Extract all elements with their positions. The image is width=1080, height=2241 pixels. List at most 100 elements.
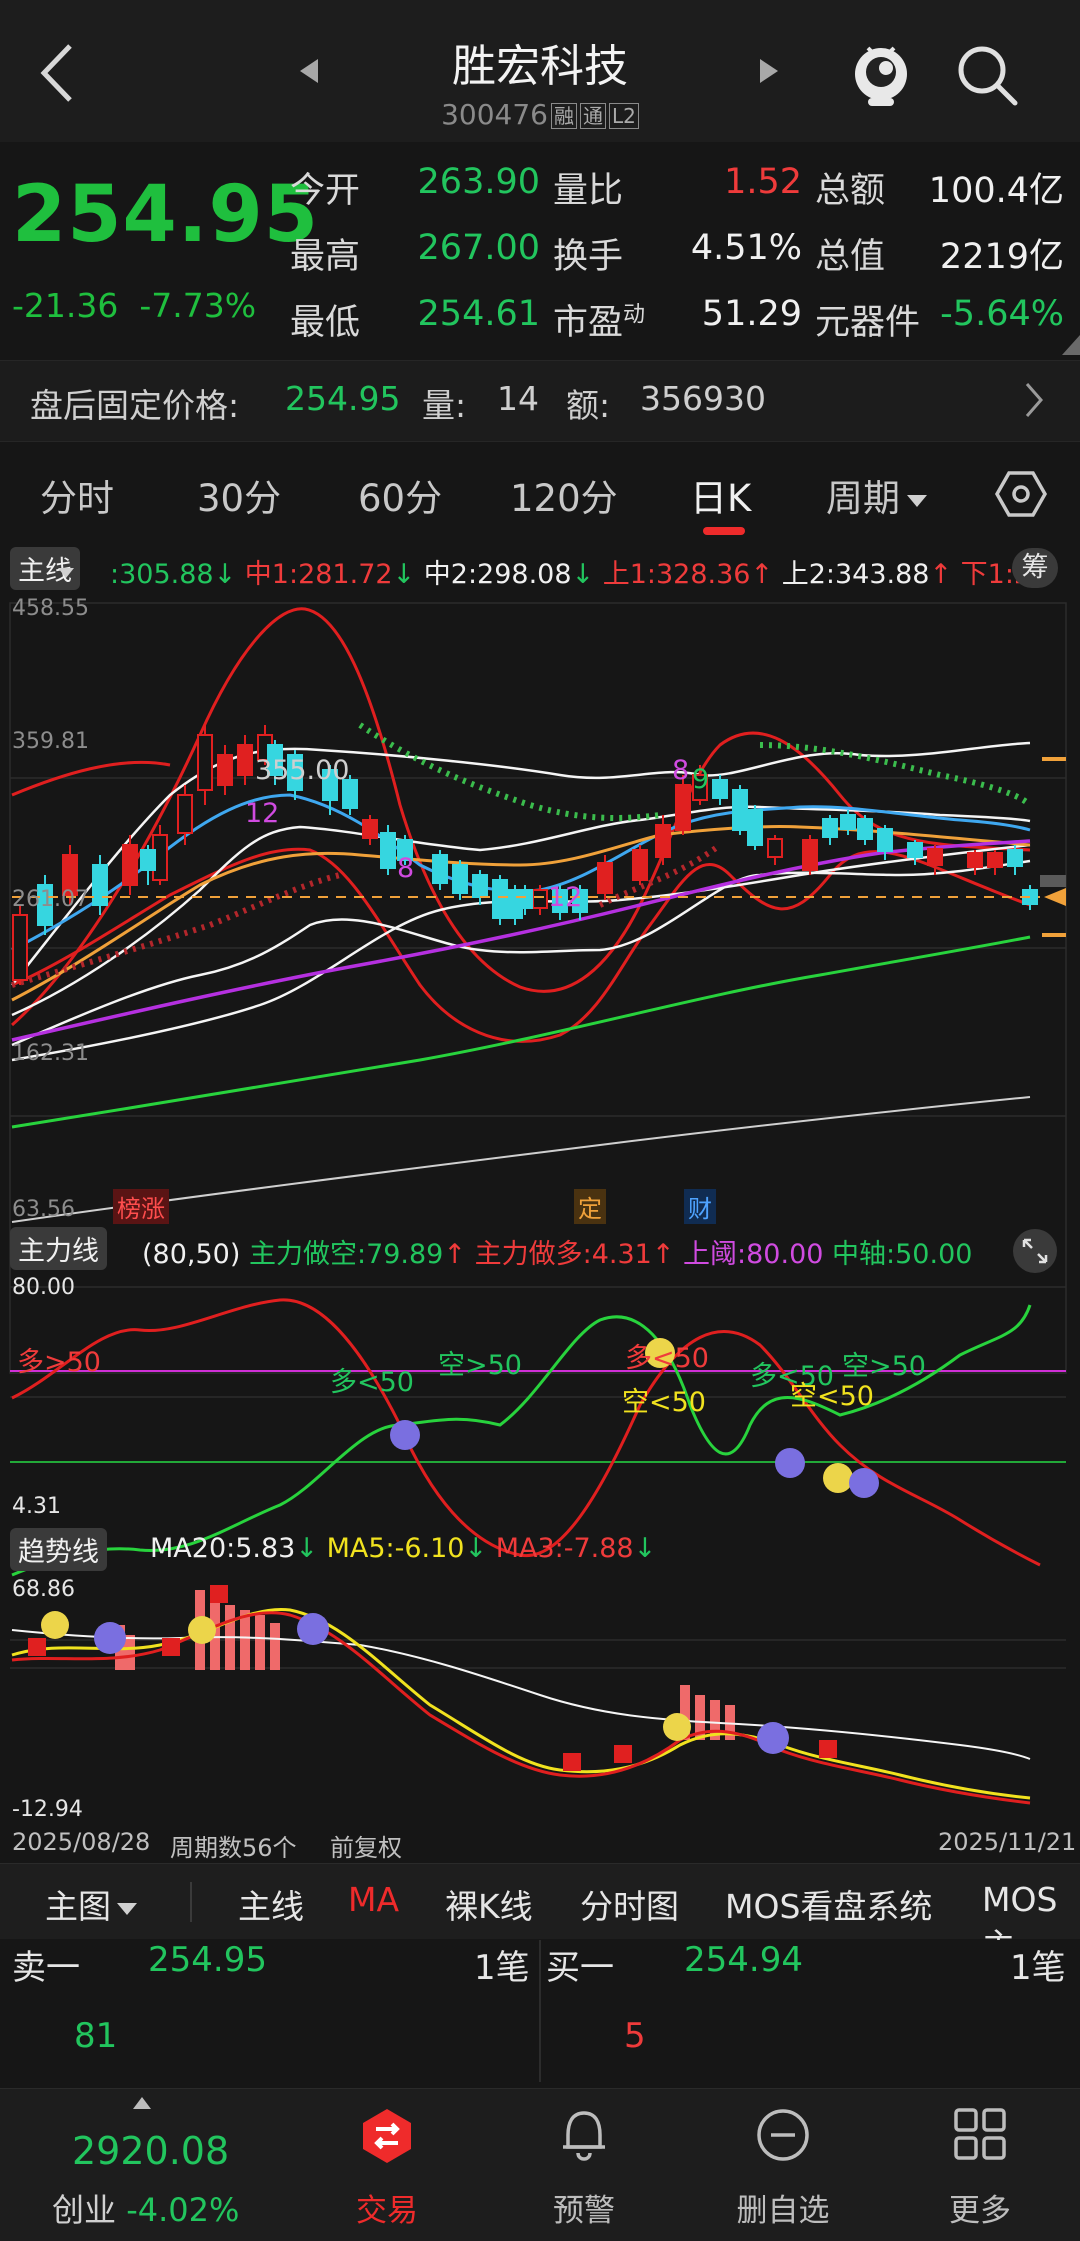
nav-remove-watchlist[interactable]: 删自选 <box>713 2185 853 2230</box>
sad-face-icon <box>757 1722 789 1754</box>
nav-more[interactable]: 更多 <box>910 2185 1050 2230</box>
connect-tag: 通 <box>580 103 606 129</box>
trend-indicator-selector[interactable]: 趋势线 <box>10 1528 107 1571</box>
after-hours-amount-label: 额: <box>566 386 611 425</box>
money-bag-icon <box>41 1611 69 1639</box>
after-hours-price: 254.95 <box>285 379 401 418</box>
level2-tag: L2 <box>609 103 639 129</box>
force-indicator-selector[interactable]: 主力线 <box>10 1227 107 1270</box>
nav-trade[interactable]: 交易 <box>317 2185 457 2230</box>
top-gainer-badge[interactable]: 榜涨 <box>113 1189 169 1224</box>
toolbar-naked-k[interactable]: 裸K线 <box>445 1880 533 1928</box>
after-hours-label: 盘后固定价格: <box>30 386 240 425</box>
y-axis-3: 261.07 <box>12 887 89 912</box>
y-axis-bottom: 63.56 <box>12 1197 75 1222</box>
buy1-label: 买一 <box>546 1948 614 1988</box>
y-axis-4: 162.31 <box>12 1041 89 1066</box>
force-annotation: 多>50 <box>17 1347 101 1378</box>
force-annotation: 多<50 <box>330 1367 414 1398</box>
change-percent: -7.73% <box>139 286 257 325</box>
trend-y-top: 68.86 <box>12 1577 75 1602</box>
settings-icon[interactable] <box>995 470 1047 518</box>
force-y-bottom: 4.31 <box>12 1494 61 1519</box>
active-tab-indicator <box>703 527 745 535</box>
force-y-top: 80.00 <box>12 1275 75 1300</box>
chip-distribution-button[interactable]: 筹 <box>1012 548 1058 588</box>
tab-30min[interactable]: 30分 <box>197 468 281 522</box>
force-annotation: 空>50 <box>438 1350 522 1381</box>
turnover-value: 4.51% <box>690 228 802 268</box>
pe-label: 市盈动 <box>553 302 646 343</box>
header-bar: 胜宏科技 300476 融通 L2 <box>0 0 1080 142</box>
tab-120min[interactable]: 120分 <box>510 468 618 522</box>
bottom-navigation: 2920.08 创业 -4.02% 交易 预警 删自选 更多 <box>0 2088 1080 2241</box>
sad-face-icon <box>775 1448 805 1478</box>
pe-dynamic-mark: 动 <box>623 302 646 328</box>
period-tabs: 分时 30分 60分 120分 日K 周期 <box>0 448 1080 538</box>
expand-up-icon[interactable] <box>133 2097 151 2109</box>
next-stock-icon[interactable] <box>758 58 780 84</box>
main-chart-dropdown[interactable]: 主图 <box>45 1880 137 1928</box>
order-book-divider <box>539 1940 541 2082</box>
price-change: -21.36 -7.73% <box>12 286 256 325</box>
event-badge[interactable]: 定 <box>574 1189 606 1224</box>
toolbar-mos-system[interactable]: MOS看盘系统 <box>725 1880 932 1928</box>
sector-change: -5.64% <box>940 294 1064 334</box>
sector-name[interactable]: 元器件 <box>815 294 920 345</box>
robot-assistant-icon[interactable] <box>850 40 912 110</box>
index-value[interactable]: 2920.08 <box>72 2129 229 2173</box>
stock-code: 300476 <box>441 98 548 131</box>
chart-adjust-mode[interactable]: 前复权 <box>330 1828 402 1863</box>
money-bag-icon <box>188 1616 216 1644</box>
trade-icon[interactable] <box>360 2107 414 2165</box>
high-label: 最高 <box>290 237 361 277</box>
tab-period[interactable]: 周期 <box>826 468 928 522</box>
sequence-count: 8 <box>672 755 690 786</box>
tab-daily-k[interactable]: 日K <box>690 468 751 522</box>
toolbar-mainline[interactable]: 主线 <box>238 1880 304 1928</box>
index-name-change[interactable]: 创业 -4.02% <box>52 2185 239 2231</box>
sector-corner-icon <box>1062 335 1080 355</box>
sequence-count: 12 <box>245 798 280 829</box>
chart-start-date: 2025/08/28 <box>12 1828 151 1856</box>
toolbar-ma[interactable]: MA <box>348 1880 399 1919</box>
force-indicator-values: (80,50) 主力做空:79.89↑ 主力做多:4.31↑ 上阈:80.00 … <box>142 1239 973 1270</box>
money-bag-icon <box>823 1463 853 1493</box>
expand-icon[interactable] <box>1012 1228 1058 1274</box>
dropdown-icon <box>117 1902 137 1915</box>
change-value: -21.36 <box>12 286 119 325</box>
last-price: 254.95 <box>12 170 319 260</box>
earnings-badge[interactable]: 财 <box>684 1189 716 1224</box>
amount-value: 100.4亿 <box>928 171 1064 211</box>
main-indicator-selector[interactable]: 主线 <box>10 547 80 590</box>
bell-icon[interactable] <box>557 2107 611 2165</box>
after-hours-bar[interactable]: 盘后固定价格: 254.95 量: 14 额: 356930 <box>0 360 1080 442</box>
amount-label: 总额 <box>815 171 886 211</box>
sell1-price: 254.95 <box>148 1940 267 1980</box>
stock-code-line: 300476 融通 L2 <box>0 98 1080 131</box>
high-value: 267.00 <box>417 228 540 268</box>
margin-tag: 融 <box>551 103 577 129</box>
indicator-toolbar: 主图 主线 MA 裸K线 分时图 MOS看盘系统 MOS主 <box>0 1863 1080 1965</box>
chart-end-date: 2025/11/21 <box>938 1828 1077 1856</box>
turnover-label: 换手 <box>553 237 624 277</box>
grid-menu-icon[interactable] <box>953 2107 1007 2161</box>
tab-intraday[interactable]: 分时 <box>40 468 114 522</box>
stock-name: 胜宏科技 <box>452 41 628 92</box>
after-hours-amount: 356930 <box>640 379 766 418</box>
trend-y-bottom: -12.94 <box>12 1797 83 1822</box>
y-axis-top: 458.55 <box>12 596 89 621</box>
chart-period-count: 周期数56个 <box>170 1834 297 1862</box>
nav-alert[interactable]: 预警 <box>514 2185 654 2230</box>
market-cap-label: 总值 <box>815 237 886 277</box>
sell1-volume: 81 <box>74 2016 118 2056</box>
buy1-count: 1笔 <box>1010 1948 1066 1988</box>
open-value: 263.90 <box>417 162 540 202</box>
peak-price-label: 355.00 <box>255 755 350 786</box>
remove-watchlist-icon[interactable] <box>755 2107 811 2163</box>
search-icon[interactable] <box>955 43 1019 107</box>
open-label: 今开 <box>290 171 361 211</box>
tab-60min[interactable]: 60分 <box>358 468 442 522</box>
sad-face-icon <box>849 1468 879 1498</box>
toolbar-intraday[interactable]: 分时图 <box>580 1880 679 1928</box>
